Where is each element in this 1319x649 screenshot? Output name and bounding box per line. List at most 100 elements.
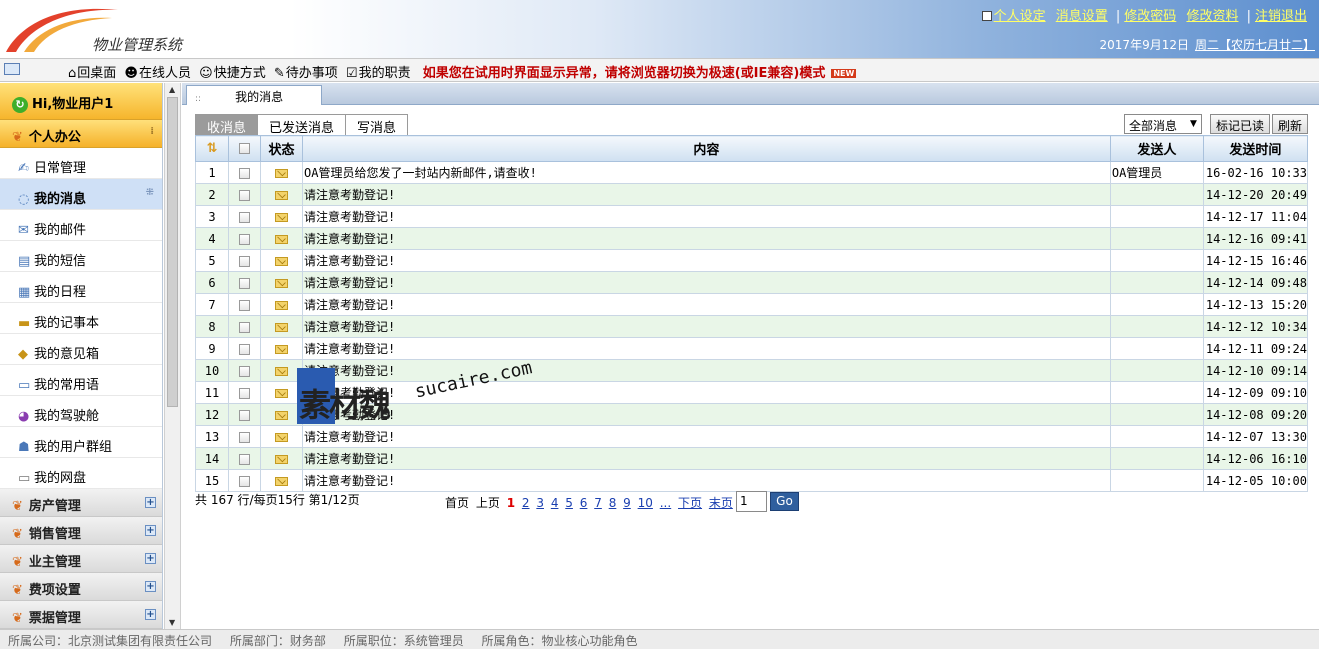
first-page-link[interactable]: 首页 (445, 496, 469, 510)
row-select-cell[interactable] (228, 359, 261, 382)
row-checkbox[interactable] (239, 431, 250, 443)
row-checkbox[interactable] (239, 321, 250, 333)
table-row[interactable]: 7 请注意考勤登记! 14-12-13 15:20 (195, 293, 1309, 316)
row-checkbox[interactable] (239, 409, 250, 421)
goto-page-input[interactable]: 1 (736, 491, 767, 512)
sidebar-item-dashboard[interactable]: ◕ 我的驾驶舱 (0, 396, 162, 427)
page-link[interactable]: 10 (638, 496, 653, 510)
section-property[interactable]: ❦ 房产管理 + (0, 489, 162, 517)
expand-icon[interactable]: + (145, 581, 156, 592)
tab-my-messages[interactable]: :: 我的消息 (186, 85, 322, 105)
row-select-cell[interactable] (228, 205, 261, 228)
change-password-link[interactable]: 修改密码 (1124, 9, 1176, 24)
sidebar-item-phrases[interactable]: ▭ 我的常用语 (0, 365, 162, 396)
row-select-cell[interactable] (228, 403, 261, 426)
section-sales[interactable]: ❦ 销售管理 + (0, 517, 162, 545)
tab-inbox[interactable]: 收消息 (195, 114, 259, 136)
select-all-header[interactable] (228, 135, 261, 162)
sidebar-item-sms[interactable]: ▤ 我的短信 (0, 241, 162, 272)
row-checkbox[interactable] (239, 255, 250, 267)
row-select-cell[interactable] (228, 249, 261, 272)
row-checkbox[interactable] (239, 189, 250, 201)
message-settings-link[interactable]: 消息设置 (1056, 9, 1108, 24)
scroll-up-icon[interactable]: ▲ (169, 85, 175, 94)
table-row[interactable]: 1 OA管理员给您发了一封站内新邮件,请查收! OA管理员 16-02-16 10:3… (195, 161, 1309, 184)
message-content-link[interactable]: 请注意考勤登记! (302, 469, 1111, 492)
message-content-link[interactable]: 请注意考勤登记! (302, 293, 1111, 316)
sidebar-item-daily[interactable]: ✍ 日常管理 (0, 148, 162, 179)
sort-column-header[interactable]: ⇅ (195, 135, 229, 162)
sort-icon[interactable]: ⇅ (207, 141, 218, 156)
page-link[interactable]: 8 (609, 496, 617, 510)
row-checkbox[interactable] (239, 387, 250, 399)
expand-icon[interactable]: + (145, 497, 156, 508)
section-invoices[interactable]: ❦ 票据管理 + (0, 601, 162, 629)
section-personal-office[interactable]: ❦ 个人办公 ⁞ (0, 120, 162, 148)
go-button[interactable]: Go (770, 492, 799, 511)
toolbar-shortcuts-button[interactable]: ☺快捷方式 (199, 62, 266, 81)
expand-icon[interactable]: + (145, 525, 156, 536)
sidebar-item-notebook[interactable]: ▬ 我的记事本 (0, 303, 162, 334)
tab-sent[interactable]: 已发送消息 (257, 114, 347, 136)
refresh-button[interactable]: 刷新 (1271, 114, 1308, 134)
message-content-link[interactable]: 请注意考勤登记! (302, 227, 1111, 250)
row-checkbox[interactable] (239, 211, 250, 223)
sidebar-item-mail[interactable]: ✉ 我的邮件 (0, 210, 162, 241)
mark-read-button[interactable]: 标记已读 (1209, 114, 1270, 134)
toolbar-online-users-button[interactable]: ☻在线人员 (124, 62, 191, 81)
page-link[interactable]: 6 (580, 496, 588, 510)
row-checkbox[interactable] (239, 233, 250, 245)
tab-compose[interactable]: 写消息 (345, 114, 409, 136)
sender-column-header[interactable]: 发送人 (1109, 135, 1204, 162)
section-fees[interactable]: ❦ 费项设置 + (0, 573, 162, 601)
row-select-cell[interactable] (228, 161, 261, 184)
message-filter-select[interactable]: 全部消息 ▼ (1123, 114, 1202, 134)
browser-mode-warning[interactable]: 如果您在试用时界面显示异常，请将浏览器切换为极速(或IE兼容)模式 (423, 66, 826, 81)
table-row[interactable]: 3 请注意考勤登记! 14-12-17 11:04 (195, 205, 1309, 228)
next-page-link[interactable]: 下页 (678, 496, 702, 510)
message-content-link[interactable]: 请注意考勤登记! (302, 337, 1111, 360)
sidebar-item-groups[interactable]: ☗ 我的用户群组 (0, 427, 162, 458)
row-checkbox[interactable] (239, 299, 250, 311)
prev-page-link[interactable]: 上页 (476, 496, 500, 510)
message-content-link[interactable]: 请注意考勤登记! (302, 205, 1111, 228)
sidebar-scrollbar[interactable]: ▲ ▼ (164, 83, 181, 629)
page-link[interactable]: 9 (623, 496, 631, 510)
section-owners[interactable]: ❦ 业主管理 + (0, 545, 162, 573)
table-row[interactable]: 13 请注意考勤登记! 14-12-07 13:30 (195, 425, 1309, 448)
row-select-cell[interactable] (228, 227, 261, 250)
table-row[interactable]: 8 请注意考勤登记! 14-12-12 10:34 (195, 315, 1309, 338)
sidebar-item-schedule[interactable]: ▦ 我的日程 (0, 272, 162, 303)
message-content-link[interactable]: 请注意考勤登记! (302, 425, 1111, 448)
row-select-cell[interactable] (228, 337, 261, 360)
content-column-header[interactable]: 内容 (302, 135, 1111, 162)
edit-profile-link[interactable]: 修改资料 (1186, 9, 1238, 24)
logout-link[interactable]: 注销退出 (1255, 9, 1307, 24)
more-pages-link[interactable]: ... (660, 496, 671, 510)
row-checkbox[interactable] (239, 343, 250, 355)
toolbar-duty-button[interactable]: ☑我的职责 (346, 62, 411, 81)
sidebar-item-disk[interactable]: ▭ 我的网盘 (0, 458, 162, 489)
message-content-link[interactable]: 请注意考勤登记! (302, 249, 1111, 272)
time-column-header[interactable]: 发送时间 (1202, 135, 1309, 162)
select-all-checkbox[interactable] (239, 143, 250, 154)
personal-settings-link[interactable]: 个人设定 (994, 9, 1046, 24)
page-link[interactable]: 5 (565, 496, 573, 510)
sidebar-item-suggestion[interactable]: ◆ 我的意见箱 (0, 334, 162, 365)
expand-icon[interactable]: + (145, 553, 156, 564)
toolbar-todo-button[interactable]: ✎待办事项 (274, 62, 338, 81)
row-select-cell[interactable] (228, 293, 261, 316)
row-checkbox[interactable] (239, 365, 250, 377)
page-link[interactable]: 7 (594, 496, 602, 510)
message-content-link[interactable]: 请注意考勤登记! (302, 271, 1111, 294)
row-select-cell[interactable] (228, 469, 261, 492)
table-row[interactable]: 4 请注意考勤登记! 14-12-16 09:41 (195, 227, 1309, 250)
toggle-sidebar-icon[interactable] (4, 63, 20, 75)
table-row[interactable]: 6 请注意考勤登记! 14-12-14 09:48 (195, 271, 1309, 294)
expand-icon[interactable]: + (145, 609, 156, 620)
table-row[interactable]: 2 请注意考勤登记! 14-12-20 20:49 (195, 183, 1309, 206)
row-select-cell[interactable] (228, 183, 261, 206)
row-select-cell[interactable] (228, 447, 261, 470)
row-select-cell[interactable] (228, 381, 261, 404)
table-row[interactable]: 15 请注意考勤登记! 14-12-05 10:00 (195, 469, 1309, 492)
